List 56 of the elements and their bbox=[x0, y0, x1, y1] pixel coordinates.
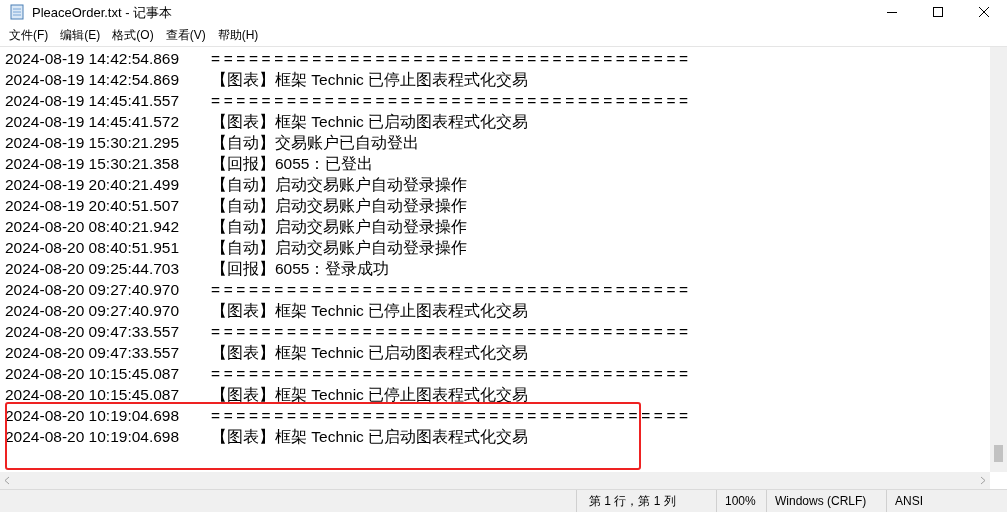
log-message: ====================================== bbox=[211, 279, 692, 300]
log-message: ====================================== bbox=[211, 90, 692, 111]
log-timestamp: 2024-08-19 15:30:21.295 bbox=[5, 132, 181, 153]
log-message: 【回报】6055：已登出 bbox=[211, 153, 374, 174]
log-message: 【图表】框架 Technic 已停止图表程式化交易 bbox=[211, 384, 529, 405]
menu-item[interactable]: 帮助(H) bbox=[211, 26, 265, 44]
log-timestamp: 2024-08-20 09:47:33.557 bbox=[5, 342, 181, 363]
scrollbar-thumb[interactable] bbox=[994, 445, 1003, 462]
log-timestamp: 2024-08-20 09:47:33.557 bbox=[5, 321, 181, 342]
log-timestamp: 2024-08-20 10:15:45.087 bbox=[5, 363, 181, 384]
log-message: 【自动】启动交易账户自动登录操作 bbox=[211, 174, 467, 195]
log-message: 【图表】框架 Technic 已启动图表程式化交易 bbox=[211, 426, 529, 447]
log-timestamp: 2024-08-19 15:30:21.358 bbox=[5, 153, 181, 174]
log-timestamp: 2024-08-20 10:15:45.087 bbox=[5, 384, 181, 405]
log-message: 【自动】启动交易账户自动登录操作 bbox=[211, 195, 467, 216]
encoding: ANSI bbox=[886, 490, 1007, 512]
log-timestamp: 2024-08-20 09:25:44.703 bbox=[5, 258, 181, 279]
cursor-position: 第 1 行，第 1 列 bbox=[576, 490, 716, 512]
menu-item[interactable]: 查看(V) bbox=[159, 26, 212, 44]
log-timestamp: 2024-08-19 14:45:41.572 bbox=[5, 111, 181, 132]
log-message: 【自动】启动交易账户自动登录操作 bbox=[211, 216, 467, 237]
log-message: 【回报】6055：登录成功 bbox=[211, 258, 390, 279]
menu-item[interactable]: 文件(F) bbox=[3, 26, 55, 44]
zoom-level: 100% bbox=[716, 490, 766, 512]
log-timestamp: 2024-08-19 14:42:54.869 bbox=[5, 69, 181, 90]
horizontal-scrollbar[interactable] bbox=[0, 472, 990, 489]
maximize-icon bbox=[933, 7, 943, 17]
log-message: ====================================== bbox=[211, 321, 692, 342]
line-ending: Windows (CRLF) bbox=[766, 490, 886, 512]
scroll-right-icon[interactable] bbox=[980, 476, 986, 485]
log-message: 【图表】框架 Technic 已启动图表程式化交易 bbox=[211, 111, 529, 132]
close-icon bbox=[979, 7, 989, 17]
vertical-scrollbar[interactable] bbox=[990, 47, 1007, 472]
window-title: PleaceOrder.txt - 记事本 bbox=[32, 3, 173, 22]
menu-item[interactable]: 编辑(E) bbox=[54, 26, 107, 44]
log-timestamp: 2024-08-20 08:40:51.951 bbox=[5, 237, 181, 258]
log-message: 【自动】启动交易账户自动登录操作 bbox=[211, 237, 467, 258]
log-timestamp: 2024-08-20 09:27:40.970 bbox=[5, 300, 181, 321]
log-timestamp: 2024-08-19 14:45:41.557 bbox=[5, 90, 181, 111]
log-message: 【图表】框架 Technic 已启动图表程式化交易 bbox=[211, 342, 529, 363]
log-timestamp: 2024-08-20 10:19:04.698 bbox=[5, 405, 181, 426]
notepad-icon bbox=[10, 4, 24, 20]
log-timestamp: 2024-08-19 20:40:51.507 bbox=[5, 195, 181, 216]
scroll-left-icon[interactable] bbox=[4, 476, 10, 485]
menu-item[interactable]: 格式(O) bbox=[106, 26, 160, 44]
log-message: ====================================== bbox=[211, 48, 692, 69]
log-timestamp: 2024-08-20 08:40:21.942 bbox=[5, 216, 181, 237]
log-timestamp: 2024-08-19 20:40:21.499 bbox=[5, 174, 181, 195]
log-timestamp: 2024-08-19 14:42:54.869 bbox=[5, 48, 181, 69]
log-message: 【图表】框架 Technic 已停止图表程式化交易 bbox=[211, 69, 529, 90]
log-message: ====================================== bbox=[211, 363, 692, 384]
log-timestamp: 2024-08-20 10:19:04.698 bbox=[5, 426, 181, 447]
minimize-icon bbox=[887, 11, 897, 13]
log-message: 【自动】交易账户已自动登出 bbox=[211, 132, 419, 153]
log-timestamp: 2024-08-20 09:27:40.970 bbox=[5, 279, 181, 300]
log-message: 【图表】框架 Technic 已停止图表程式化交易 bbox=[211, 300, 529, 321]
